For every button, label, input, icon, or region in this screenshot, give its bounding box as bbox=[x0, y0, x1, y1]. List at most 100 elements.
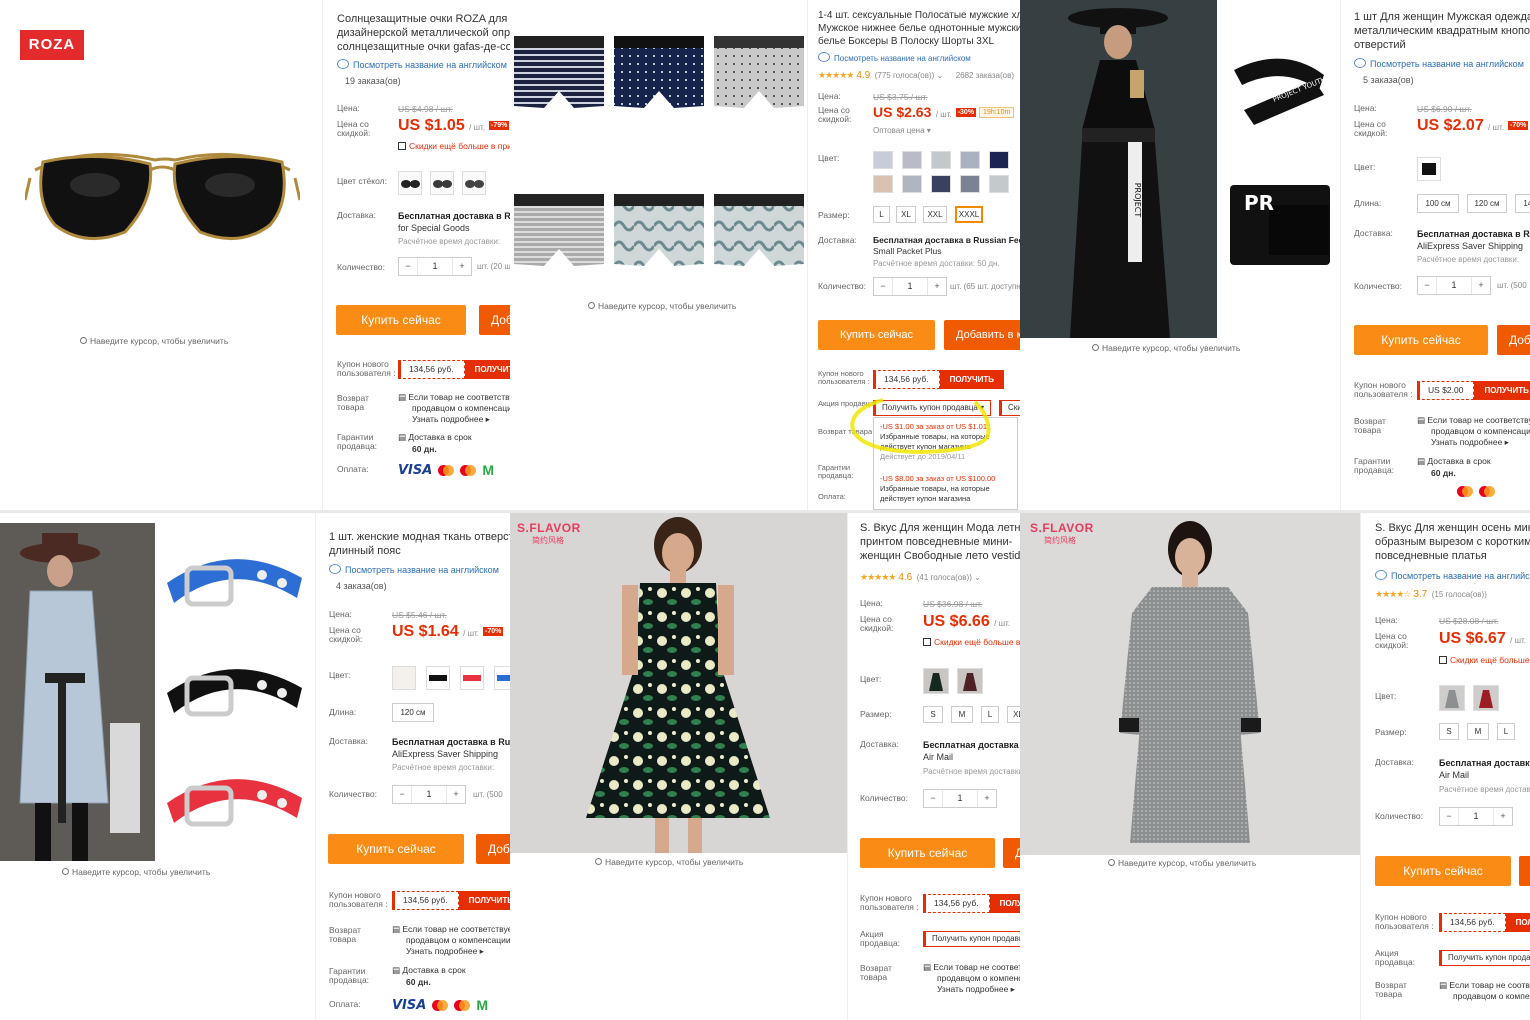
color-swatch[interactable] bbox=[989, 151, 1009, 169]
buy-now-button[interactable]: Купить сейчас bbox=[1354, 325, 1488, 355]
color-swatch[interactable] bbox=[957, 668, 983, 694]
qty-minus[interactable]: − bbox=[874, 278, 892, 295]
app-discount-link[interactable]: Скидки ещё больше в приложении bbox=[398, 141, 510, 151]
color-swatch[interactable] bbox=[873, 175, 893, 193]
size-option[interactable]: L bbox=[1497, 723, 1515, 740]
product-title-line[interactable]: дизайнерской металлической оправе bbox=[337, 26, 510, 40]
shipping-service[interactable]: Small Packet Plus bbox=[873, 246, 942, 256]
product-title-line[interactable]: солнцезащитные очки gafas-де-сол bbox=[337, 40, 510, 54]
buy-now-button[interactable]: Купить сейчас bbox=[860, 838, 995, 868]
qty-plus[interactable]: + bbox=[1472, 277, 1490, 294]
qty-value[interactable]: 1 bbox=[892, 278, 928, 295]
shipping-service[interactable]: AliExpress Saver Shipping bbox=[1417, 241, 1523, 251]
coupon-get-button[interactable]: ПОЛУЧИТЬ bbox=[1505, 913, 1530, 932]
product-title-line[interactable]: отверстий bbox=[1354, 38, 1406, 52]
buy-now-button[interactable]: Купить сейчас bbox=[818, 320, 935, 350]
size-option[interactable]: XXL bbox=[923, 206, 947, 223]
votes[interactable]: (15 голоса(ов)) bbox=[1432, 590, 1487, 599]
add-to-cart-button[interactable]: Добавить в корзину bbox=[1497, 325, 1530, 355]
product-title-line[interactable]: Солнцезащитные очки ROZA для Для женщин bbox=[337, 12, 510, 26]
quantity-stepper[interactable]: −1 + bbox=[1439, 807, 1513, 826]
votes[interactable]: (41 голоса(ов)) ⌄ bbox=[917, 573, 981, 582]
product-title-line[interactable]: повседневные платья bbox=[1375, 549, 1487, 563]
qty-minus[interactable]: − bbox=[1418, 277, 1436, 294]
color-swatch[interactable] bbox=[1439, 685, 1465, 711]
color-swatch[interactable] bbox=[426, 666, 450, 690]
product-title-line[interactable]: 1 шт Для женщин Мужская одежда с bbox=[1354, 10, 1530, 24]
product-title-line[interactable]: принтом повседневные мини- bbox=[860, 535, 1012, 549]
quantity-stepper[interactable]: −1 + bbox=[873, 277, 947, 296]
color-swatch[interactable] bbox=[494, 666, 510, 690]
color-swatch[interactable] bbox=[1417, 157, 1441, 181]
size-option[interactable]: S bbox=[1439, 723, 1459, 740]
quantity-stepper[interactable]: −1 + bbox=[392, 785, 466, 804]
new-user-coupon[interactable]: 134,56 руб.ПОЛУЧИТЬ bbox=[1439, 913, 1530, 932]
coupon-get-button[interactable]: ПОЛУЧИТЬ bbox=[1474, 381, 1530, 400]
qty-plus[interactable]: + bbox=[978, 790, 996, 807]
new-user-coupon[interactable]: US $2.00 ПОЛУЧИТЬ bbox=[1417, 381, 1530, 400]
product-title-line[interactable]: длинный пояс bbox=[329, 544, 401, 558]
qty-minus[interactable]: − bbox=[1440, 808, 1458, 825]
color-swatch[interactable] bbox=[931, 151, 951, 169]
color-swatch[interactable] bbox=[902, 175, 922, 193]
color-swatch[interactable] bbox=[460, 666, 484, 690]
coupon-get-button[interactable]: ПОЛУЧИТЬ bbox=[464, 360, 510, 379]
shipping-service[interactable]: Air Mail bbox=[1439, 770, 1469, 780]
shipping-service[interactable]: for Special Goods bbox=[398, 223, 470, 233]
length-option[interactable]: 100 см bbox=[1417, 194, 1459, 213]
discount-dropdown[interactable]: Скидка bbox=[999, 400, 1020, 416]
coupon-get-button[interactable]: ПОЛУЧИТЬ bbox=[458, 891, 510, 910]
quantity-stepper[interactable]: −1 + bbox=[398, 257, 472, 276]
qty-minus[interactable]: − bbox=[399, 258, 417, 275]
learn-more-link[interactable]: Узнать подробнее ▸ bbox=[1431, 437, 1509, 448]
coupon-get-button[interactable]: ПОЛУЧИТЬ bbox=[989, 894, 1020, 913]
new-user-coupon[interactable]: 134,56 руб.ПОЛУЧИТЬ bbox=[392, 891, 510, 910]
learn-more-link[interactable]: Узнать подробнее ▸ bbox=[937, 984, 1015, 995]
color-swatch[interactable] bbox=[989, 175, 1009, 193]
qty-minus[interactable]: − bbox=[393, 786, 411, 803]
translate-link[interactable]: Посмотреть название на английском bbox=[337, 59, 507, 70]
qty-plus[interactable]: + bbox=[453, 258, 471, 275]
color-swatch[interactable] bbox=[873, 151, 893, 169]
app-discount-link[interactable]: Скидки ещё больше в приложении bbox=[923, 637, 1020, 647]
add-to-cart-button[interactable]: Добавить в корзину bbox=[1519, 856, 1530, 886]
votes[interactable]: (775 голоса(ов)) ⌄ bbox=[875, 71, 944, 80]
length-option[interactable]: 120 см bbox=[1467, 194, 1507, 213]
translate-link[interactable]: Посмотреть название на английском bbox=[1375, 570, 1530, 581]
new-user-coupon[interactable]: 134,56 руб.ПОЛУЧИТЬ bbox=[923, 894, 1020, 913]
qty-plus[interactable]: + bbox=[447, 786, 465, 803]
qty-value[interactable]: 1 bbox=[1458, 808, 1494, 825]
qty-value[interactable]: 1 bbox=[417, 258, 453, 275]
length-option[interactable]: 140 bbox=[1515, 194, 1530, 213]
length-option[interactable]: 120 см bbox=[392, 703, 434, 722]
size-option[interactable]: XL bbox=[896, 206, 916, 223]
qty-plus[interactable]: + bbox=[928, 278, 946, 295]
learn-more-link[interactable]: Узнать подробнее ▸ bbox=[412, 414, 490, 425]
size-option[interactable]: L bbox=[981, 706, 999, 723]
size-option[interactable]: S bbox=[923, 706, 943, 723]
coupon-get-button[interactable]: ПОЛУЧИТЬ bbox=[939, 370, 1004, 389]
app-discount-link[interactable]: Скидки ещё больше в приложении bbox=[1439, 655, 1530, 665]
translate-link[interactable]: Посмотреть название на английском bbox=[329, 564, 499, 575]
product-title-line[interactable]: S. Вкус Для женщин Мода летнее bbox=[860, 521, 1020, 535]
color-swatch[interactable] bbox=[398, 171, 422, 195]
add-to-cart-button[interactable]: Добавить в корзину bbox=[944, 320, 1020, 350]
color-swatch[interactable] bbox=[960, 175, 980, 193]
translate-link[interactable]: Посмотреть название на английском bbox=[1354, 58, 1524, 69]
buy-now-button[interactable]: Купить сейчас bbox=[328, 834, 464, 864]
product-title-line[interactable]: 1 шт. женские модная ткань отверстий bbox=[329, 530, 510, 544]
color-swatch[interactable] bbox=[931, 175, 951, 193]
product-title-line[interactable]: белье Боксеры В Полоску Шорты 3XL bbox=[818, 35, 994, 49]
add-to-cart-button[interactable]: Добавить в корзину bbox=[479, 305, 510, 335]
shipping-service[interactable]: AliExpress Saver Shipping bbox=[392, 749, 498, 759]
add-to-cart-button[interactable]: Добавить в корзину bbox=[476, 834, 510, 864]
color-swatch[interactable] bbox=[960, 151, 980, 169]
size-option[interactable]: XL bbox=[1007, 706, 1020, 723]
color-swatch[interactable] bbox=[392, 666, 416, 690]
color-swatch[interactable] bbox=[902, 151, 922, 169]
product-title-line[interactable]: образным вырезом с короткими bbox=[1375, 535, 1530, 549]
qty-value[interactable]: 1 bbox=[942, 790, 978, 807]
qty-value[interactable]: 1 bbox=[411, 786, 447, 803]
product-title-line[interactable]: женщин Свободные лето vestidos bbox=[860, 549, 1020, 563]
learn-more-link[interactable]: Узнать подробнее ▸ bbox=[406, 946, 484, 957]
